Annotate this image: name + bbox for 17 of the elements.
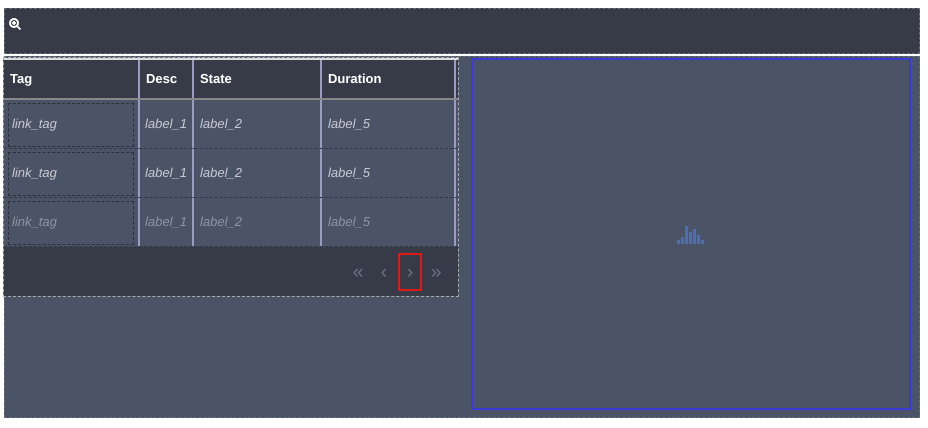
zoom-in-icon[interactable]: [9, 18, 21, 30]
table-cell: label_2: [200, 116, 242, 131]
table-cell: label_5: [328, 165, 370, 180]
table-cell: label_1: [145, 165, 187, 180]
table-cell: label_2: [200, 165, 242, 180]
table-cell: label_5: [328, 214, 370, 229]
table-cell: label_1: [145, 116, 187, 131]
tag-link[interactable]: link_tag: [8, 152, 134, 196]
column-header[interactable]: Duration: [322, 60, 456, 98]
column-header[interactable]: Desc: [140, 60, 194, 98]
tag-link[interactable]: link_tag: [8, 103, 134, 147]
table-cell: label_2: [200, 214, 242, 229]
table-cell: label_5: [328, 116, 370, 131]
table-cell: label_1: [145, 214, 187, 229]
column-header[interactable]: State: [194, 60, 322, 98]
column-header[interactable]: Tag: [4, 60, 140, 98]
bar-chart-icon: [677, 224, 705, 244]
